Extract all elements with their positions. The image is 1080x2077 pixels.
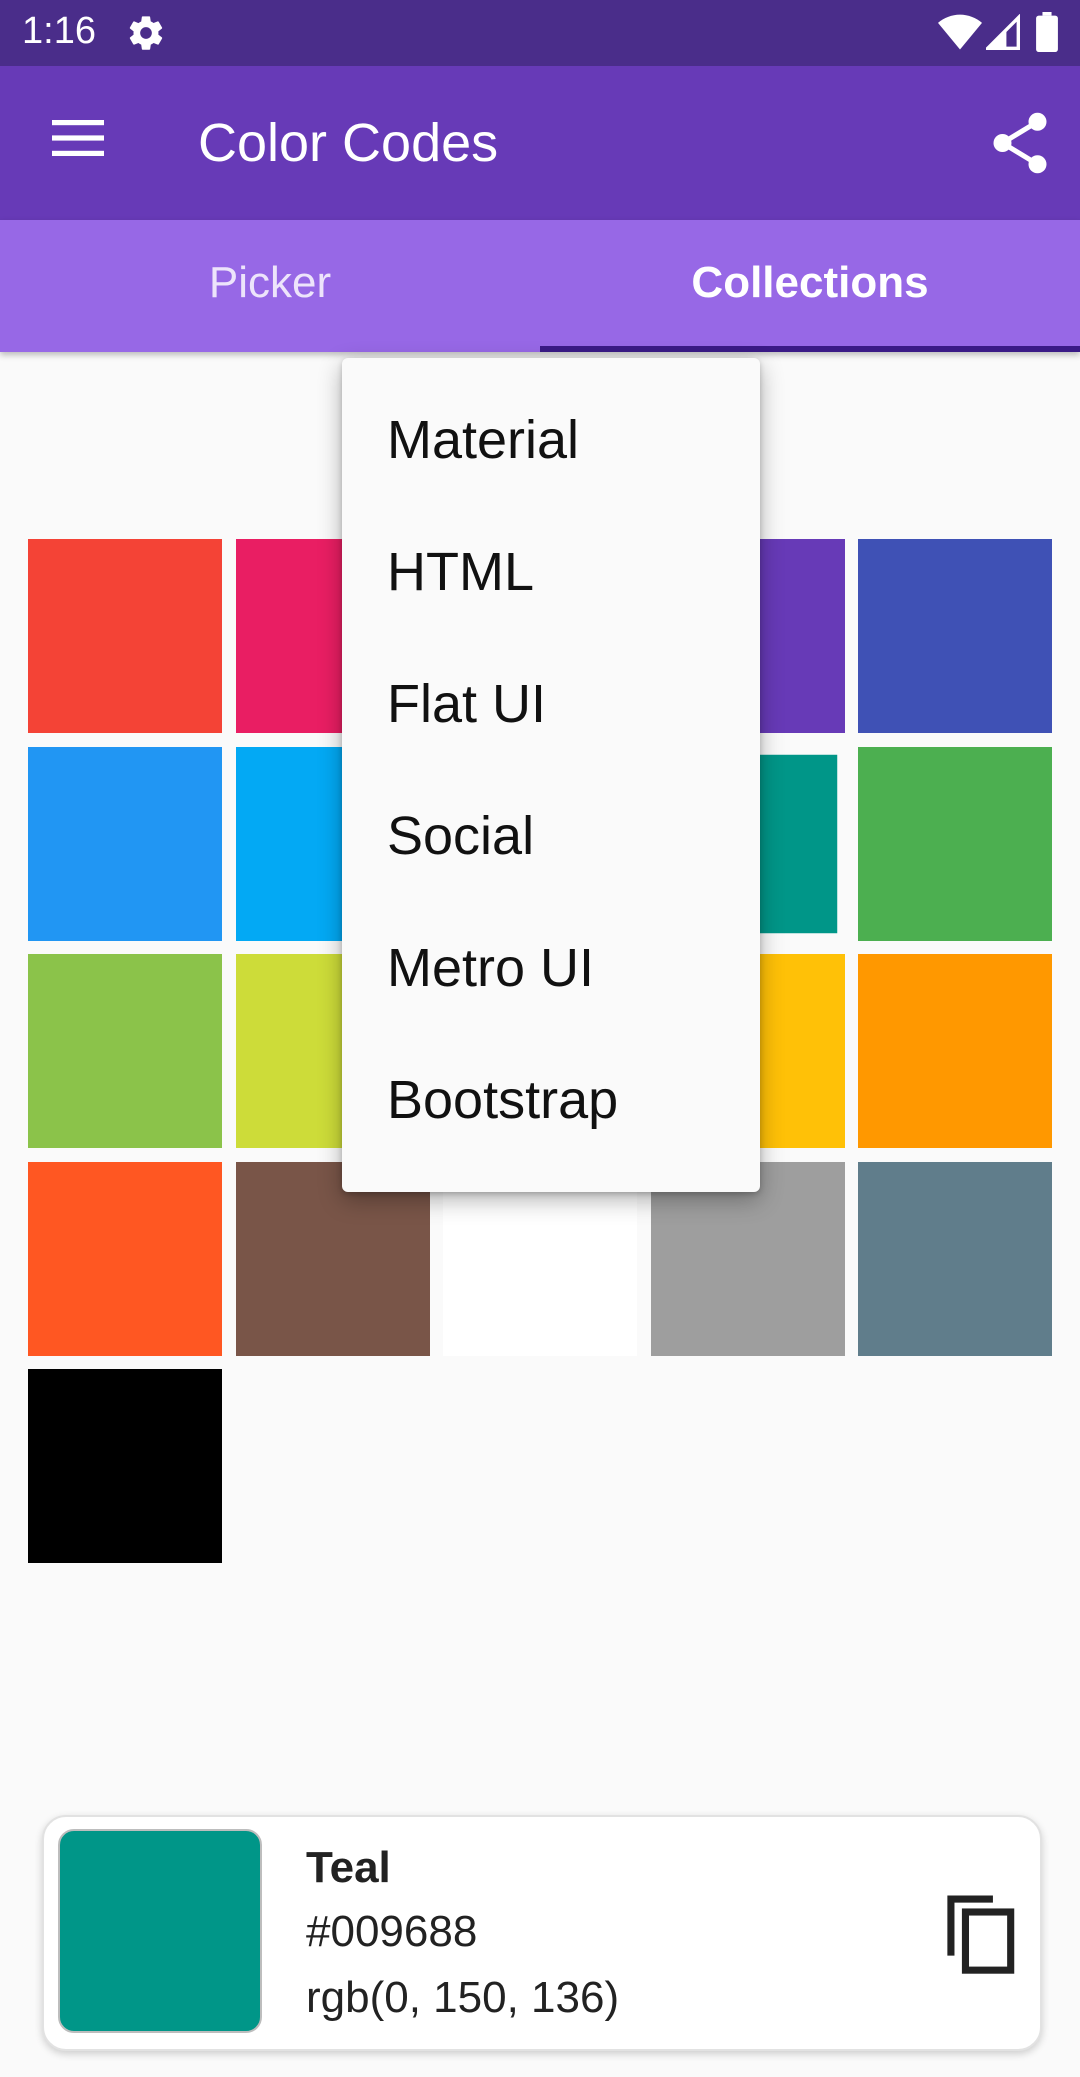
- color-swatch[interactable]: [28, 539, 222, 733]
- color-swatch[interactable]: [858, 747, 1052, 941]
- color-swatch[interactable]: [28, 1162, 222, 1356]
- selected-color-name: Teal: [306, 1843, 391, 1892]
- selected-color-rgb: rgb(0, 150, 136): [306, 1973, 620, 2022]
- color-swatch[interactable]: [858, 539, 1052, 733]
- selected-color-swatch: [58, 1829, 262, 2033]
- app-bar: Color Codes: [0, 66, 1080, 220]
- selected-color-hex: #009688: [306, 1907, 478, 1956]
- dropdown-item-flat-ui[interactable]: Flat UI: [342, 638, 760, 770]
- copy-icon[interactable]: [940, 1891, 1020, 1975]
- tab-bar: Picker Collections: [0, 220, 1080, 352]
- battery-icon: [1036, 12, 1058, 52]
- cell-signal-icon: [986, 14, 1020, 50]
- tab-collections[interactable]: Collections: [540, 220, 1080, 352]
- color-swatch[interactable]: [28, 954, 222, 1148]
- status-time: 1:16: [22, 10, 96, 52]
- dropdown-item-html[interactable]: HTML: [342, 506, 760, 638]
- color-swatch[interactable]: [28, 1369, 222, 1563]
- app-title: Color Codes: [198, 113, 499, 173]
- dropdown-item-bootstrap[interactable]: Bootstrap: [342, 1034, 760, 1166]
- color-swatch[interactable]: [858, 954, 1052, 1148]
- dropdown-item-metro-ui[interactable]: Metro UI: [342, 902, 760, 1034]
- share-icon[interactable]: [990, 110, 1050, 176]
- color-swatch[interactable]: [858, 1162, 1052, 1356]
- tab-selected-indicator: [540, 346, 1080, 352]
- wifi-icon: [938, 14, 982, 50]
- hamburger-menu-icon[interactable]: [52, 118, 104, 158]
- tab-picker[interactable]: Picker: [0, 220, 540, 352]
- dropdown-item-social[interactable]: Social: [342, 770, 760, 902]
- settings-gear-icon: [129, 16, 163, 50]
- dropdown-item-material[interactable]: Material: [342, 374, 760, 506]
- status-bar: 1:16: [0, 0, 1080, 66]
- color-swatch[interactable]: [28, 747, 222, 941]
- collection-dropdown-menu: Material HTML Flat UI Social Metro UI Bo…: [342, 358, 760, 1192]
- selected-color-card: Teal #009688 rgb(0, 150, 136): [42, 1815, 1042, 2051]
